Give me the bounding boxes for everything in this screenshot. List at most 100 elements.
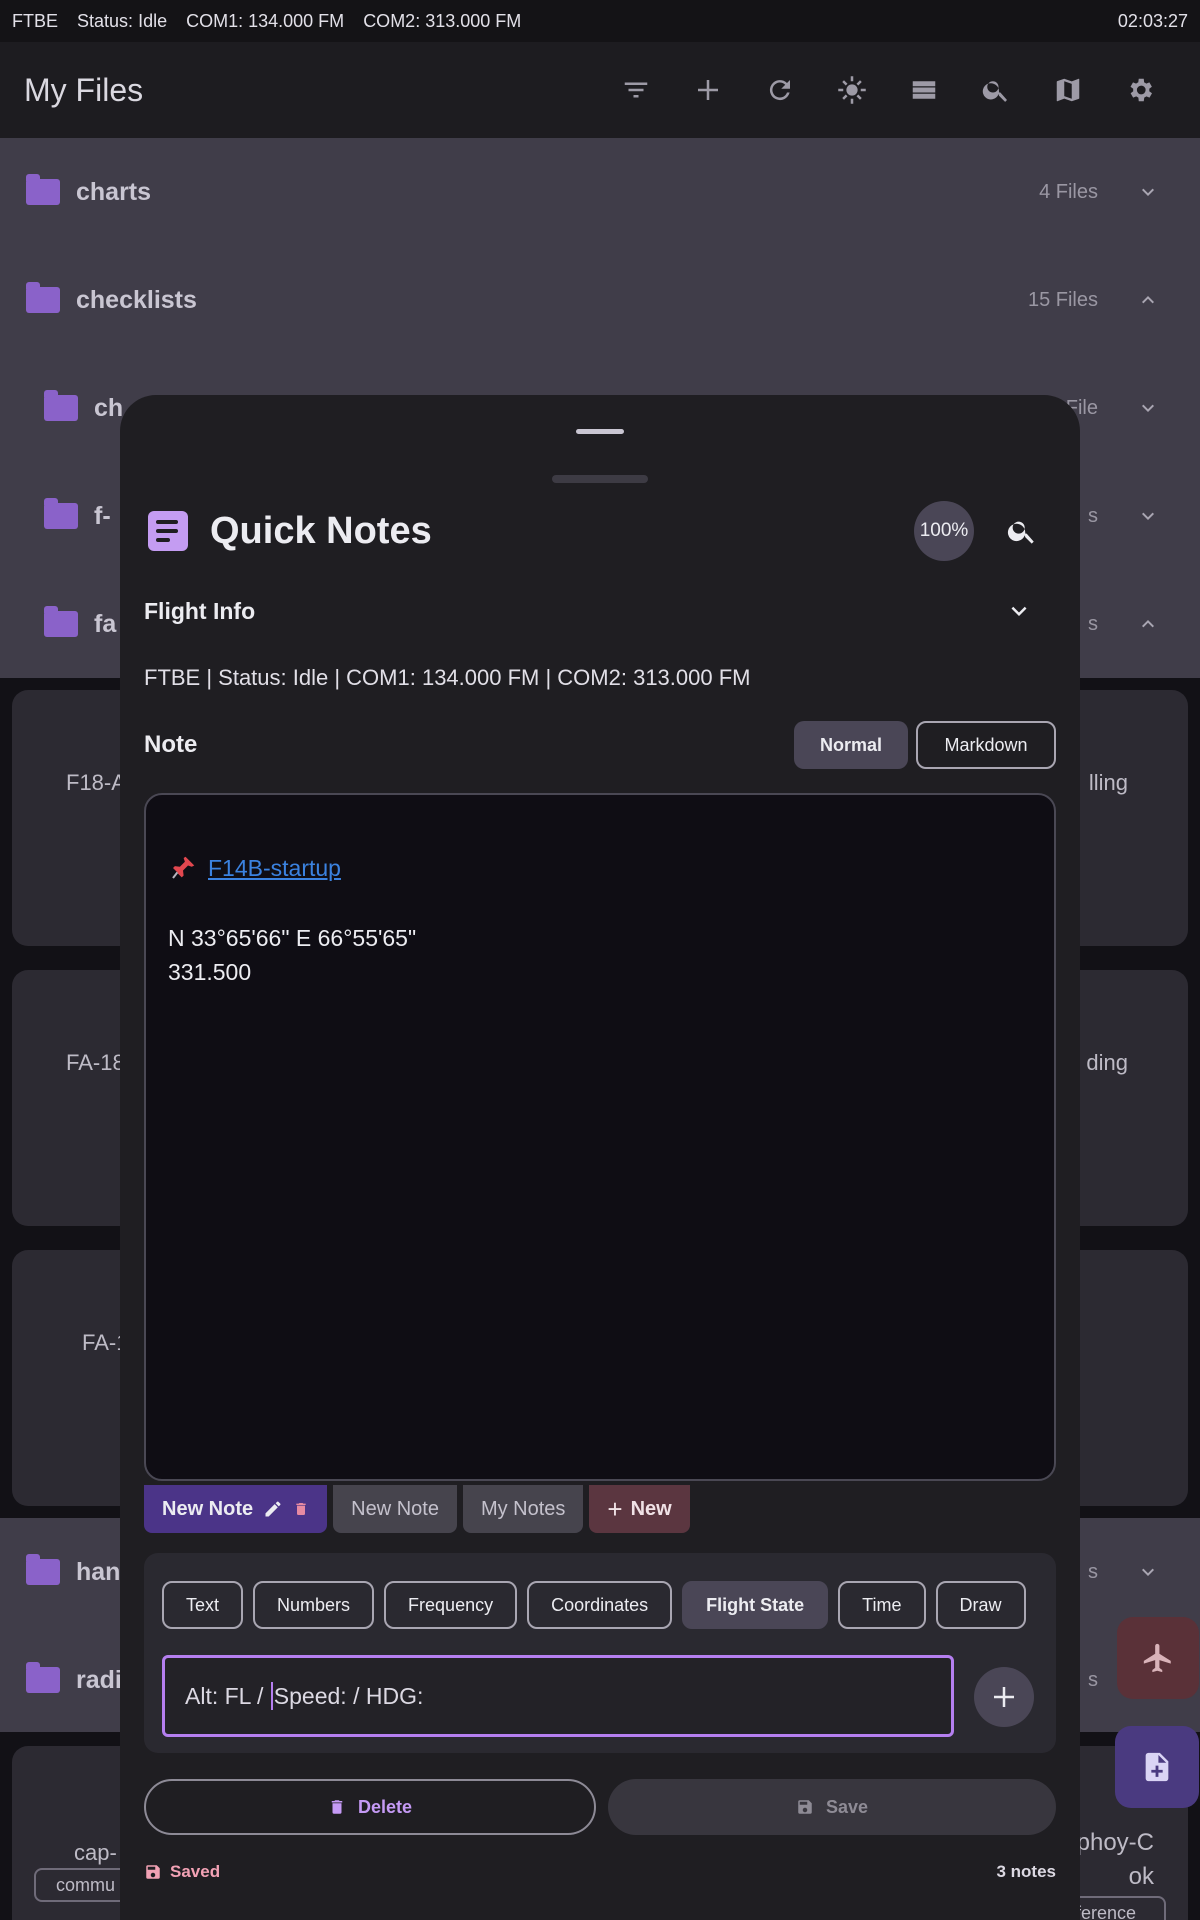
- save-button[interactable]: Save: [608, 1779, 1056, 1835]
- status-com2: COM2: 313.000 FM: [363, 10, 522, 31]
- folder-row-checklists[interactable]: checklists 15 Files: [0, 246, 1200, 354]
- sheet-drag-handle[interactable]: [576, 429, 624, 434]
- note-mode-row: Note Normal Markdown: [144, 720, 1056, 770]
- delete-button[interactable]: Delete: [144, 1779, 596, 1835]
- file-card-title: FA-18: [66, 1050, 125, 1075]
- flight-fab[interactable]: [1117, 1617, 1199, 1699]
- status-clock: 02:03:27: [1117, 10, 1188, 31]
- file-card-title: lling: [1088, 770, 1128, 795]
- chip-draw[interactable]: Draw: [935, 1581, 1026, 1629]
- page-title: My Files: [24, 71, 144, 108]
- delete-label: Delete: [357, 1796, 413, 1817]
- mode-normal-button[interactable]: Normal: [794, 721, 908, 769]
- note-editor[interactable]: F14B-startup N 33°65'66" E 66°55'65" 331…: [144, 793, 1056, 1481]
- note-link[interactable]: F14B-startup: [208, 855, 341, 882]
- chip-coordinates[interactable]: Coordinates: [527, 1581, 673, 1629]
- folder-file-count: s: [1088, 1668, 1098, 1691]
- pinned-link-line: F14B-startup: [168, 853, 341, 883]
- status-callsign: FTBE: [12, 10, 59, 31]
- chevron-down-icon: [1011, 606, 1027, 616]
- status-com1: COM1: 134.000 FM: [186, 10, 345, 31]
- folder-row-charts[interactable]: charts 4 Files: [0, 138, 1200, 246]
- chip-time[interactable]: Time: [838, 1581, 926, 1629]
- filter-icon[interactable]: [600, 54, 672, 126]
- save-label: Save: [825, 1796, 869, 1817]
- saved-label: Saved: [170, 1862, 221, 1881]
- file-tag-chip[interactable]: commu: [34, 1868, 134, 1902]
- chevron-down-icon[interactable]: [1136, 504, 1160, 528]
- folder-icon: [44, 606, 78, 637]
- flight-info-toggle[interactable]: Flight Info: [144, 585, 1056, 637]
- folder-icon: [26, 1662, 60, 1693]
- chip-numbers[interactable]: Numbers: [253, 1581, 375, 1629]
- settings-icon[interactable]: [1104, 54, 1176, 126]
- trash-icon: [331, 1800, 343, 1814]
- chevron-down-icon[interactable]: [1136, 396, 1160, 420]
- add-icon[interactable]: [672, 54, 744, 126]
- flight-info-text: FTBE | Status: Idle | COM1: 134.000 FM |…: [144, 665, 751, 690]
- status-state: Status: Idle: [77, 10, 168, 31]
- chip-flight-state[interactable]: Flight State: [682, 1581, 829, 1629]
- tab-my-notes[interactable]: My Notes: [462, 1485, 584, 1533]
- refresh-icon[interactable]: [744, 54, 816, 126]
- mode-markdown-button[interactable]: Markdown: [916, 721, 1056, 769]
- sheet-footer: Saved 3 notes: [144, 1857, 1056, 1887]
- status-bar-info: FTBE Status: Idle COM1: 134.000 FM COM2:…: [12, 11, 535, 32]
- file-card-title: F18-A: [66, 770, 126, 795]
- chip-text[interactable]: Text: [162, 1581, 244, 1629]
- chevron-down-icon[interactable]: [1136, 180, 1160, 204]
- folder-file-count: s: [1088, 612, 1098, 635]
- folder-name: checklists: [76, 285, 197, 314]
- edit-icon[interactable]: [263, 1499, 283, 1519]
- status-bar: FTBE Status: Idle COM1: 134.000 FM COM2:…: [0, 0, 1200, 42]
- insert-category-chips: Text Numbers Frequency Coordinates Fligh…: [162, 1581, 1038, 1629]
- pushpin-icon: [172, 856, 195, 879]
- note-actions: Delete Save: [144, 1779, 1056, 1835]
- input-text-after-caret: Speed: / HDG:: [273, 1682, 424, 1709]
- sheet-title: Quick Notes: [210, 509, 432, 552]
- note-coordinates: N 33°65'66" E 66°55'65": [168, 925, 417, 951]
- app-bar-actions: [600, 54, 1176, 126]
- folder-file-count: s: [1088, 1560, 1098, 1583]
- folder-file-count: 15 Files: [1027, 288, 1098, 311]
- folder-icon: [26, 174, 60, 205]
- quick-notes-header: Quick Notes 100%: [148, 495, 1052, 567]
- flight-info-label: Flight Info: [144, 597, 256, 624]
- tab-active-note[interactable]: New Note: [144, 1485, 328, 1533]
- map-icon[interactable]: [1032, 54, 1104, 126]
- note-add-icon: [1145, 1752, 1169, 1782]
- notes-icon: [148, 511, 188, 551]
- save-icon: [798, 1800, 812, 1814]
- folder-icon: [26, 282, 60, 313]
- note-tabs: New Note New Note My Notes + New: [144, 1485, 690, 1533]
- search-icon[interactable]: [960, 54, 1032, 126]
- chevron-up-icon[interactable]: [1136, 288, 1160, 312]
- folder-icon: [26, 1554, 60, 1585]
- folder-icon: [44, 390, 78, 421]
- brightness-icon[interactable]: [816, 54, 888, 126]
- new-tab-label: New: [630, 1497, 672, 1520]
- folder-icon: [44, 498, 78, 529]
- zoom-badge[interactable]: 100%: [914, 501, 974, 561]
- list-view-icon[interactable]: [888, 54, 960, 126]
- search-icon[interactable]: [992, 501, 1052, 561]
- insert-add-button[interactable]: [974, 1667, 1034, 1727]
- file-card-title: ding: [1086, 1050, 1128, 1075]
- sheet-secondary-handle[interactable]: [552, 475, 648, 483]
- quick-insert-panel: Text Numbers Frequency Coordinates Fligh…: [144, 1553, 1056, 1753]
- folder-name: charts: [76, 177, 152, 206]
- app-bar: My Files: [0, 42, 1200, 138]
- chevron-up-icon[interactable]: [1136, 612, 1160, 636]
- new-file-fab[interactable]: [1115, 1726, 1199, 1808]
- chip-frequency[interactable]: Frequency: [384, 1581, 518, 1629]
- new-tab-button[interactable]: + New: [589, 1485, 690, 1533]
- note-frequency: 331.500: [168, 959, 252, 985]
- delete-icon[interactable]: [293, 1501, 309, 1517]
- folder-file-count: 4 Files: [1039, 180, 1098, 203]
- add-icon: [994, 1687, 1014, 1707]
- tab-new-note[interactable]: New Note: [333, 1485, 457, 1533]
- airplane-icon: [1143, 1643, 1171, 1673]
- note-label: Note: [144, 731, 198, 758]
- quick-insert-input[interactable]: Alt: FL / Speed: / HDG:: [162, 1655, 954, 1737]
- chevron-down-icon[interactable]: [1136, 1560, 1160, 1584]
